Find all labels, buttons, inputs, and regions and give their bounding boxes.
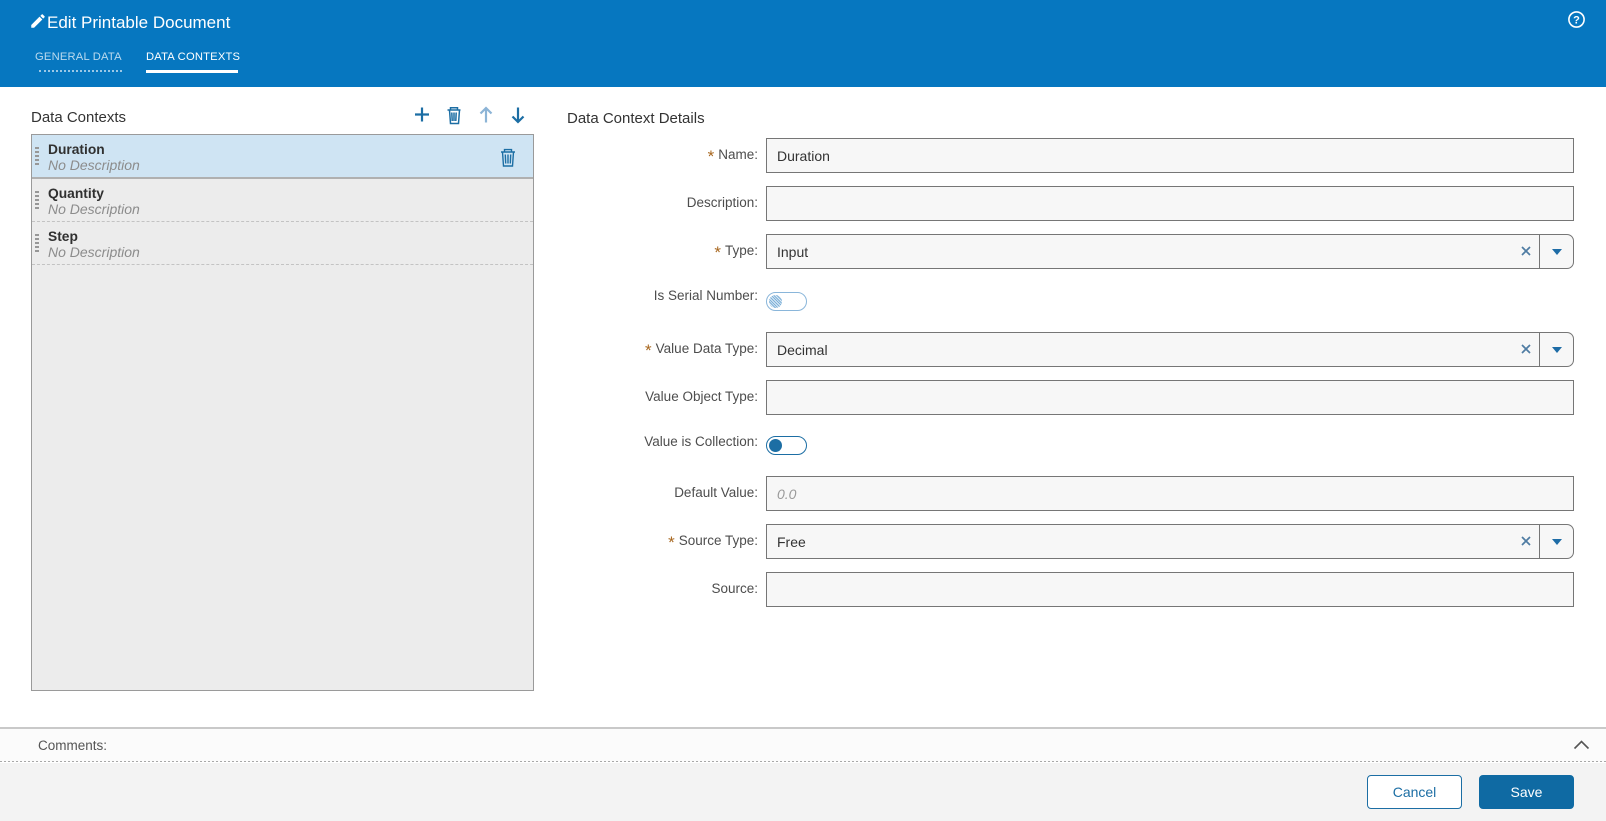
svg-text:?: ? [1573,14,1580,26]
